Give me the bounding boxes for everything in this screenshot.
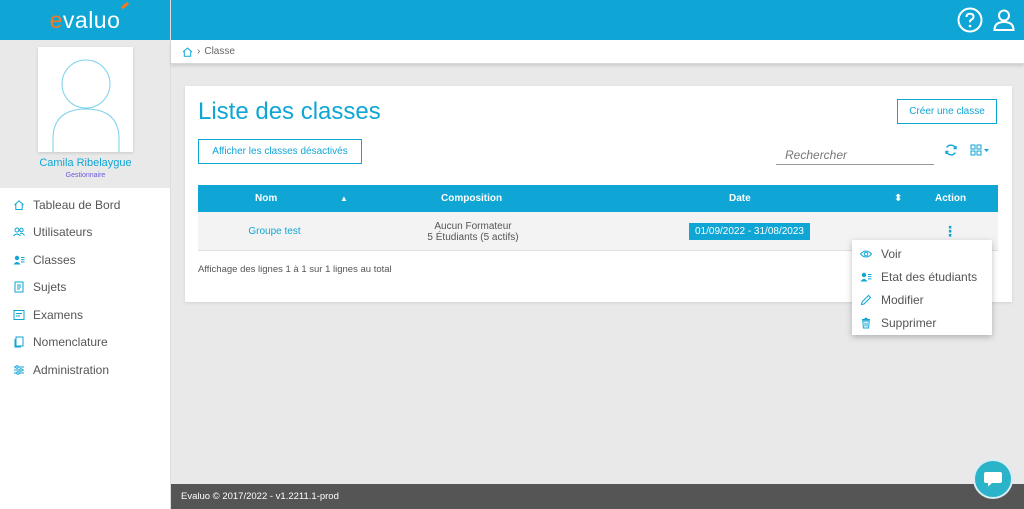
sidebar-item-examens[interactable]: Examens — [0, 301, 170, 329]
sidebar-item-sujets[interactable]: Sujets — [0, 274, 170, 302]
sidebar-nav: Tableau de Bord Utilisateurs Classes Suj… — [0, 188, 170, 384]
sidebar: evaluo Camila Ribelaygue Gestionnaire Ta… — [0, 0, 171, 509]
create-class-button[interactable]: Créer une classe — [897, 99, 997, 124]
breadcrumb-separator: › — [197, 46, 201, 57]
menu-item-label: Voir — [881, 246, 902, 261]
sidebar-item-label: Utilisateurs — [33, 225, 93, 240]
cell-date: 01/09/2022 - 31/08/2023 — [686, 212, 813, 251]
breadcrumb: › Classe — [171, 40, 1024, 64]
app-footer: Evaluo © 2017/2022 - v1.2211.1-prod — [171, 484, 1024, 509]
refresh-icon[interactable] — [944, 143, 958, 157]
logo-prefix: e — [49, 6, 63, 33]
composition-trainers: Aucun Formateur — [434, 220, 512, 232]
column-header-date[interactable]: Date — [729, 185, 751, 212]
column-header-nom[interactable]: Nom — [255, 185, 277, 212]
students-icon — [860, 272, 872, 281]
menu-item-supprimer[interactable]: Supprimer — [852, 311, 992, 334]
menu-item-modifier[interactable]: Modifier — [852, 288, 992, 311]
profile-role: Gestionnaire — [65, 172, 106, 179]
top-bar — [171, 0, 1024, 40]
column-header-composition[interactable]: Composition — [441, 185, 502, 212]
logo-accent-mark — [121, 1, 130, 9]
chat-widget-button[interactable] — [973, 459, 1013, 499]
row-action-menu: Voir Etat des étudiants Modifier Supprim… — [852, 240, 992, 335]
date-range-badge: 01/09/2022 - 31/08/2023 — [689, 223, 810, 240]
home-icon[interactable] — [182, 46, 193, 57]
sidebar-item-utilisateurs[interactable]: Utilisateurs — [0, 219, 170, 247]
menu-item-label: Supprimer — [881, 315, 937, 330]
sidebar-item-label: Classes — [33, 252, 76, 267]
eye-icon — [860, 250, 872, 257]
home-icon — [12, 198, 25, 211]
sidebar-item-tableau-de-bord[interactable]: Tableau de Bord — [0, 191, 170, 219]
logo-rest: valuo — [62, 6, 121, 33]
profile-name: Camila Ribelaygue — [39, 157, 132, 169]
menu-item-etat-des-etudiants[interactable]: Etat des étudiants — [852, 265, 992, 288]
menu-item-label: Modifier — [881, 292, 924, 307]
grid-view-toggle-icon[interactable] — [970, 144, 990, 156]
row-actions-menu-icon[interactable]: ⋮ — [943, 223, 957, 240]
menu-item-label: Etat des étudiants — [881, 269, 978, 284]
chat-bubble-icon — [984, 472, 1002, 487]
show-disabled-classes-button[interactable]: Afficher les classes désactivés — [198, 139, 362, 164]
document-icon — [12, 281, 25, 294]
exam-icon — [12, 308, 25, 321]
users-icon — [12, 226, 25, 239]
sidebar-item-label: Sujets — [33, 280, 67, 295]
menu-item-voir[interactable]: Voir — [852, 242, 992, 265]
search-input[interactable] — [776, 145, 934, 165]
profile-panel: Camila Ribelaygue Gestionnaire — [0, 40, 170, 188]
column-header-action: Action — [935, 193, 967, 204]
sidebar-item-label: Administration — [33, 362, 110, 377]
sidebar-item-classes[interactable]: Classes — [0, 246, 170, 274]
pencil-icon — [860, 294, 872, 305]
cell-composition: Aucun Formateur 5 Étudiants (5 actifs) — [388, 212, 558, 251]
help-icon[interactable] — [957, 7, 983, 33]
sidebar-item-label: Nomenclature — [33, 335, 108, 350]
cell-nom: Groupe test — [198, 212, 351, 251]
avatar-placeholder-icon — [52, 59, 120, 152]
copy-icon — [12, 336, 25, 349]
sidebar-item-administration[interactable]: Administration — [0, 356, 170, 384]
trash-icon — [862, 317, 870, 328]
sort-both-icon[interactable]: ⬍ — [894, 185, 902, 212]
avatar[interactable] — [38, 47, 133, 152]
sort-asc-icon[interactable]: ▲ — [340, 185, 348, 212]
class-name-link[interactable]: Groupe test — [248, 226, 300, 237]
table-header: Nom ▲ Composition Date ⬍ Action — [198, 185, 998, 212]
user-icon[interactable] — [991, 7, 1017, 33]
sidebar-item-label: Tableau de Bord — [33, 197, 121, 212]
sliders-icon — [12, 363, 25, 376]
sidebar-item-nomenclature[interactable]: Nomenclature — [0, 329, 170, 357]
class-icon — [12, 253, 25, 266]
page-title: Liste des classes — [198, 98, 381, 125]
logo-bar: evaluo — [0, 0, 170, 40]
breadcrumb-current: Classe — [204, 46, 235, 57]
composition-students: 5 Étudiants (5 actifs) — [427, 231, 519, 243]
evaluo-logo[interactable]: evaluo — [49, 1, 130, 34]
pagination-info: Affichage des lignes 1 à 1 sur 1 lignes … — [198, 264, 392, 275]
sidebar-item-label: Examens — [33, 307, 84, 322]
